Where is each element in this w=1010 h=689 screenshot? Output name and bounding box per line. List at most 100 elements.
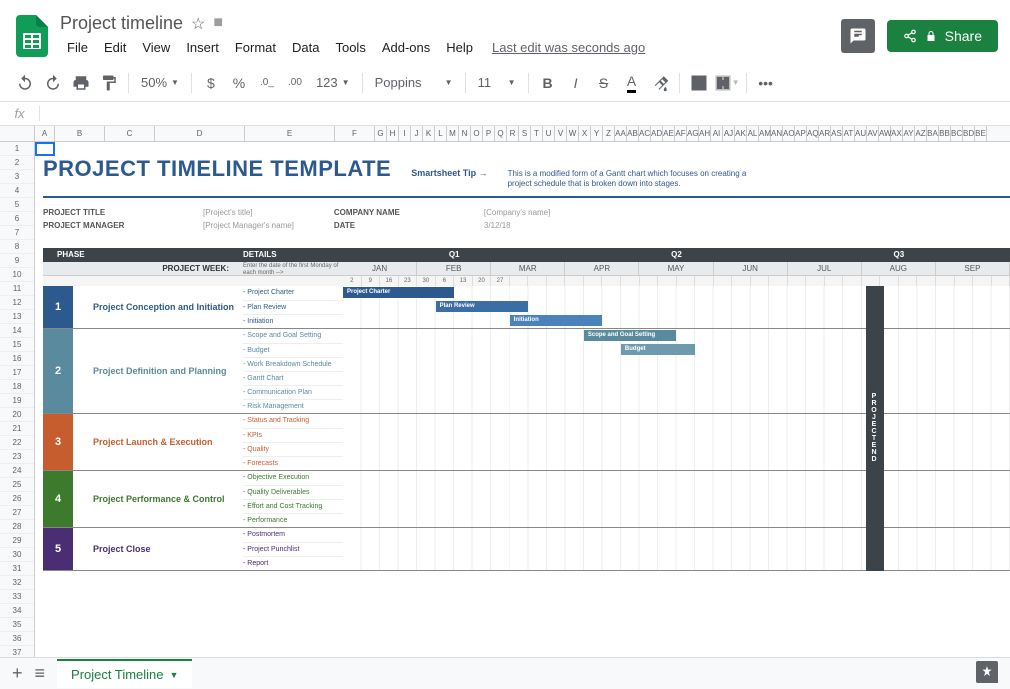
star-icon[interactable]: ☆ [191,14,205,34]
col-header[interactable]: BB [939,126,951,141]
row-header[interactable]: 27 [0,506,34,520]
row-header[interactable]: 36 [0,632,34,646]
row-header[interactable]: 23 [0,450,34,464]
menu-view[interactable]: View [135,36,177,59]
gantt-bar[interactable]: Project Charter [343,287,454,298]
explore-button[interactable] [976,661,998,683]
decrease-decimal-button[interactable]: .0_ [254,70,280,96]
row-header[interactable]: 11 [0,282,34,296]
folder-icon[interactable]: ■ [213,14,223,34]
company-value[interactable]: [Company's name] [484,208,550,217]
doc-title[interactable]: Project timeline [60,13,183,34]
col-header[interactable]: Q [495,126,507,141]
col-header[interactable]: AY [903,126,915,141]
row-header[interactable]: 8 [0,240,34,254]
col-header[interactable]: I [399,126,411,141]
col-header[interactable]: G [375,126,387,141]
col-header[interactable]: K [423,126,435,141]
row-header[interactable]: 16 [0,352,34,366]
col-header[interactable]: BD [963,126,975,141]
text-color-button[interactable]: A [619,70,645,96]
col-header[interactable]: AW [879,126,891,141]
row-header[interactable]: 6 [0,212,34,226]
row-header[interactable]: 3 [0,170,34,184]
col-header[interactable]: AU [855,126,867,141]
strikethrough-button[interactable]: S [591,70,617,96]
gantt-bar[interactable]: Scope and Goal Setting [584,330,677,341]
row-header[interactable]: 19 [0,394,34,408]
col-header[interactable]: AE [663,126,675,141]
col-header[interactable]: S [519,126,531,141]
row-header[interactable]: 9 [0,254,34,268]
font-dropdown[interactable]: Poppins ▼ [369,70,459,96]
row-header[interactable]: 5 [0,198,34,212]
col-header[interactable]: AX [891,126,903,141]
col-header[interactable]: AH [699,126,711,141]
share-button[interactable]: Share [887,20,998,52]
zoom-dropdown[interactable]: 50% ▼ [135,70,185,96]
row-header[interactable]: 30 [0,548,34,562]
paint-format-button[interactable] [96,70,122,96]
col-header[interactable]: AO [783,126,795,141]
col-header[interactable]: C [105,126,155,141]
col-header[interactable]: R [507,126,519,141]
col-header[interactable]: AI [711,126,723,141]
print-button[interactable] [68,70,94,96]
col-header[interactable]: Z [603,126,615,141]
italic-button[interactable]: I [563,70,589,96]
col-header[interactable]: AV [867,126,879,141]
col-header[interactable]: V [555,126,567,141]
col-header[interactable]: P [483,126,495,141]
row-header[interactable]: 32 [0,576,34,590]
col-header[interactable]: BE [975,126,987,141]
comments-button[interactable] [841,19,875,53]
row-header[interactable]: 31 [0,562,34,576]
col-header[interactable]: L [435,126,447,141]
row-header[interactable]: 24 [0,464,34,478]
col-header[interactable]: N [459,126,471,141]
col-header[interactable]: X [579,126,591,141]
row-header[interactable]: 17 [0,366,34,380]
col-header[interactable]: AA [615,126,627,141]
gantt-bar[interactable]: Budget [621,344,695,355]
col-header[interactable]: AJ [723,126,735,141]
borders-button[interactable] [686,70,712,96]
menu-edit[interactable]: Edit [97,36,133,59]
number-format-dropdown[interactable]: 123 ▼ [310,70,356,96]
menu-add-ons[interactable]: Add-ons [375,36,437,59]
all-sheets-button[interactable]: ≡ [35,663,46,684]
col-header[interactable]: AS [831,126,843,141]
tab-dropdown-icon[interactable]: ▼ [170,670,179,680]
increase-decimal-button[interactable]: .00 [282,70,308,96]
menu-insert[interactable]: Insert [179,36,226,59]
row-header[interactable]: 1 [0,142,34,156]
row-header[interactable]: 35 [0,618,34,632]
currency-button[interactable]: $ [198,70,224,96]
project-title-value[interactable]: [Project's title] [203,208,253,217]
row-header[interactable]: 14 [0,324,34,338]
col-header[interactable]: AQ [807,126,819,141]
col-header[interactable]: AD [651,126,663,141]
row-header[interactable]: 26 [0,492,34,506]
col-header[interactable]: T [531,126,543,141]
sheets-logo[interactable] [12,12,52,60]
col-header[interactable]: F [335,126,375,141]
menu-help[interactable]: Help [439,36,480,59]
gantt-bar[interactable]: Plan Review [436,301,529,312]
col-header[interactable]: AF [675,126,687,141]
col-header[interactable]: AC [639,126,651,141]
row-header[interactable]: 12 [0,296,34,310]
col-header[interactable]: BC [951,126,963,141]
gantt-bar[interactable]: Initiation [510,315,603,326]
col-header[interactable]: E [245,126,335,141]
row-header[interactable]: 4 [0,184,34,198]
font-size-dropdown[interactable]: 11 ▼ [472,70,522,96]
row-header[interactable]: 20 [0,408,34,422]
col-header[interactable]: AL [747,126,759,141]
row-header[interactable]: 29 [0,534,34,548]
date-value[interactable]: 3/12/18 [484,221,511,230]
select-all-corner[interactable] [0,126,35,141]
col-header[interactable]: U [543,126,555,141]
col-header[interactable]: AM [759,126,771,141]
menu-data[interactable]: Data [285,36,326,59]
